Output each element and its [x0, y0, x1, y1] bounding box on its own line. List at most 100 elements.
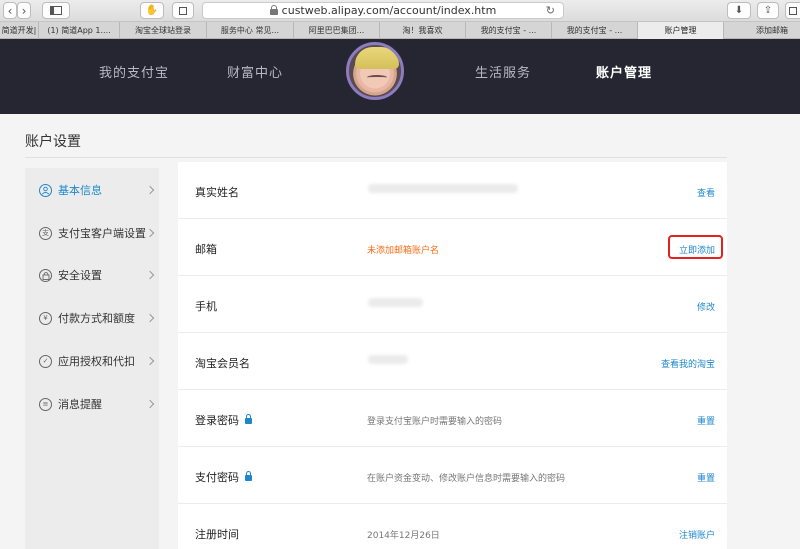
row-label: 淘宝会员名 — [195, 357, 250, 370]
browser-tab[interactable]: (1) 简道App 1.... — [39, 22, 120, 39]
login-password-hint: 登录支付宝账户时需要输入的密码 — [367, 417, 503, 427]
tab-label: 淘宝全球站登录 — [135, 26, 191, 35]
download-icon: ⬇ — [734, 5, 744, 16]
extension-icon: ✋ — [145, 5, 159, 16]
row-label: 邮箱 — [195, 243, 217, 256]
sidebar-item-notifications[interactable]: ≡ 消息提醒 — [25, 389, 159, 419]
tab-label: 我的支付宝 - ... — [480, 26, 537, 35]
divider — [25, 157, 727, 158]
row-registration-date: 注册时间 2014年12月26日 注销账户 — [178, 504, 727, 549]
chevron-right-icon — [145, 228, 155, 238]
row-label-text: 登录密码 — [195, 414, 239, 427]
browser-tab[interactable]: 添加邮箱 — [724, 22, 800, 39]
extension-button[interactable]: ✋ — [140, 2, 164, 19]
redacted-value — [368, 298, 423, 307]
tab-label: 淘！我喜欢 — [402, 26, 443, 35]
sidebar-item-security[interactable]: 安全设置 — [25, 260, 159, 290]
account-info-panel: 真实姓名 查看 邮箱 未添加邮箱账户名 立即添加 手机 修改 淘宝会员名 查看我… — [178, 162, 727, 549]
sidebar-item-payment-methods[interactable]: ¥ 付款方式和额度 — [25, 303, 159, 333]
registration-date: 2014年12月26日 — [367, 531, 440, 541]
browser-tab[interactable]: 简道开发| — [0, 22, 39, 39]
reset-payment-password-link[interactable]: 重置 — [697, 471, 715, 484]
chevron-right-icon — [145, 270, 155, 280]
redacted-value — [368, 184, 518, 193]
sidebar-item-label: 付款方式和额度 — [58, 312, 135, 325]
chevron-right-icon — [145, 313, 155, 323]
sidebar-icon — [50, 6, 62, 15]
payment-password-hint: 在账户资金变动、修改账户信息时需要输入的密码 — [367, 474, 566, 484]
reader-icon — [179, 6, 187, 15]
lock-icon — [39, 268, 52, 282]
row-label: 真实姓名 — [195, 186, 239, 199]
sidebar-item-app-authorization[interactable]: ✓ 应用授权和代扣 — [25, 346, 159, 376]
chevron-right-icon: › — [21, 3, 27, 18]
tabs-button[interactable] — [785, 2, 800, 19]
message-icon: ≡ — [39, 397, 52, 411]
row-payment-password: 支付密码 在账户资金变动、修改账户信息时需要输入的密码 重置 — [178, 447, 727, 504]
close-account-link[interactable]: 注销账户 — [679, 528, 715, 541]
email-status: 未添加邮箱账户名 — [367, 246, 440, 256]
row-login-password: 登录密码 登录支付宝账户时需要输入的密码 重置 — [178, 390, 727, 447]
sidebar-item-label: 消息提醒 — [58, 398, 102, 411]
tab-bar: 简道开发| (1) 简道App 1.... 淘宝全球站登录 服务中心 常见...… — [0, 22, 800, 39]
tab-label: 服务中心 常见... — [220, 26, 280, 35]
row-real-name: 真实姓名 查看 — [178, 162, 727, 219]
row-phone: 手机 修改 — [178, 276, 727, 333]
row-label: 手机 — [195, 300, 217, 313]
sidebar-item-client-settings[interactable]: 支 支付宝客户端设置 — [25, 218, 159, 248]
chevron-right-icon — [145, 185, 155, 195]
sidebar-item-label: 支付宝客户端设置 — [58, 227, 146, 240]
sidebar-item-label: 应用授权和代扣 — [58, 355, 135, 368]
tab-label: 简道开发| — [1, 26, 37, 35]
lock-icon — [245, 471, 252, 481]
sidebar-item-basic-info[interactable]: 基本信息 — [25, 175, 159, 205]
view-name-link[interactable]: 查看 — [697, 186, 715, 199]
browser-tab[interactable]: 服务中心 常见... — [207, 22, 294, 39]
sidebar: 基本信息 支 支付宝客户端设置 安全设置 ¥ 付款方式和额度 ✓ 应用授权和代扣… — [25, 168, 159, 549]
row-label: 支付密码 — [195, 469, 252, 485]
redacted-value — [368, 355, 408, 364]
browser-tab[interactable]: 我的支付宝 - ... — [552, 22, 638, 39]
chevron-right-icon — [145, 399, 155, 409]
browser-tab[interactable]: 阿里巴巴集团... — [294, 22, 380, 39]
share-button[interactable]: ⇪ — [757, 2, 779, 19]
lock-icon — [245, 414, 252, 424]
row-label-text: 支付密码 — [195, 471, 239, 484]
reset-login-password-link[interactable]: 重置 — [697, 414, 715, 427]
reload-icon[interactable]: ↻ — [546, 4, 555, 17]
browser-tab[interactable]: 淘宝全球站登录 — [120, 22, 207, 39]
modify-phone-link[interactable]: 修改 — [697, 300, 715, 313]
row-label: 注册时间 — [195, 528, 239, 541]
nav-life-services[interactable]: 生活服务 — [475, 62, 531, 81]
highlight-annotation — [668, 235, 723, 259]
nav-account-management[interactable]: 账户管理 — [596, 62, 652, 81]
downloads-button[interactable]: ⬇ — [727, 2, 751, 19]
tab-label: 添加邮箱 — [756, 26, 788, 35]
url-text: custweb.alipay.com/account/index.htm — [281, 4, 497, 17]
nav-wealth-center[interactable]: 财富中心 — [227, 62, 283, 81]
avatar[interactable] — [346, 42, 404, 100]
sidebar-item-label: 基本信息 — [58, 184, 102, 197]
browser-tab-active[interactable]: 账户管理 — [638, 22, 724, 39]
page-title: 账户设置 — [25, 134, 81, 150]
share-icon: ⇪ — [763, 5, 773, 16]
tab-label: 阿里巴巴集团... — [308, 26, 365, 35]
address-bar[interactable]: custweb.alipay.com/account/index.htm ↻ — [202, 2, 564, 19]
tab-label: 账户管理 — [664, 26, 697, 35]
reader-button[interactable] — [172, 2, 194, 19]
chevron-right-icon — [145, 356, 155, 366]
view-taobao-link[interactable]: 查看我的淘宝 — [661, 357, 715, 370]
forward-button[interactable]: › — [17, 2, 31, 19]
browser-tab[interactable]: 我的支付宝 - ... — [466, 22, 552, 39]
browser-tab[interactable]: 淘！我喜欢 — [380, 22, 466, 39]
back-button[interactable]: ‹ — [3, 2, 17, 19]
chevron-left-icon: ‹ — [7, 3, 13, 18]
tab-label: (1) 简道App 1.... — [47, 26, 111, 35]
row-label: 登录密码 — [195, 412, 252, 428]
row-taobao-member: 淘宝会员名 查看我的淘宝 — [178, 333, 727, 390]
sidebar-toggle-button[interactable] — [42, 2, 70, 19]
tabs-icon — [789, 6, 797, 15]
row-email: 邮箱 未添加邮箱账户名 立即添加 — [178, 219, 727, 276]
client-icon: 支 — [39, 226, 52, 240]
nav-my-alipay[interactable]: 我的支付宝 — [99, 62, 169, 81]
